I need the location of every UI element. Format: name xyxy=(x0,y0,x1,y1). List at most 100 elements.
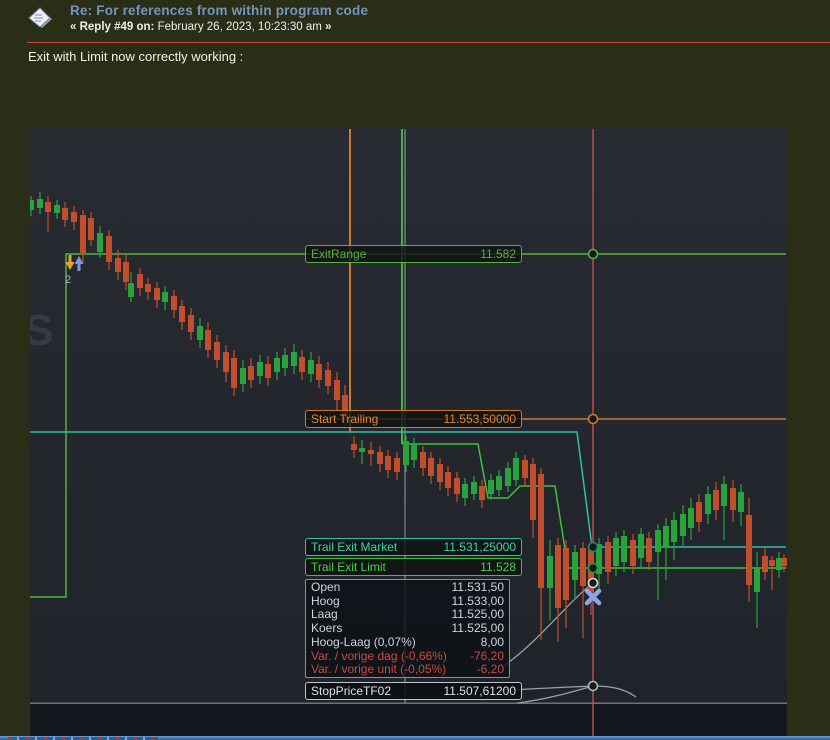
candle-body xyxy=(30,200,34,210)
candle-body xyxy=(420,452,426,468)
candle-body xyxy=(359,448,365,452)
tooltip-row-label: Open xyxy=(311,580,341,594)
tooltip-row-value: 11.525,00 xyxy=(451,621,505,636)
reply-date: February 26, 2023, 10:23:30 am xyxy=(154,21,326,33)
candle-body xyxy=(188,315,194,332)
candle-body xyxy=(479,486,485,500)
candle-body xyxy=(437,464,443,482)
up-arrow-icon xyxy=(74,256,84,271)
candle-body xyxy=(37,199,43,208)
post-meta: « Reply #49 on: February 26, 2023, 10:23… xyxy=(70,21,331,33)
stop-price-value: 11.507,61200 xyxy=(443,684,516,698)
candle-body xyxy=(106,236,112,262)
candle-body xyxy=(80,215,86,254)
candle-body xyxy=(257,362,263,376)
candle-body xyxy=(572,552,578,580)
candle-body xyxy=(282,355,288,368)
candle-body xyxy=(680,514,686,536)
candle-body xyxy=(240,368,246,384)
candle-body xyxy=(54,205,60,213)
candle-body xyxy=(696,502,702,522)
candle-body xyxy=(123,262,129,282)
candle-body xyxy=(88,218,94,240)
candle-body xyxy=(128,283,134,297)
candle-body xyxy=(563,548,569,600)
post-title-link[interactable]: Re: For references from within program c… xyxy=(70,3,368,18)
candle-body xyxy=(605,542,611,572)
candle-body xyxy=(197,326,203,340)
tooltip-row-value: -6,20 xyxy=(476,662,504,677)
trail-exit-market-value: 11.531,25000 xyxy=(443,540,516,554)
candle-body xyxy=(688,508,694,528)
tooltip-row: Koers 11.525,00 xyxy=(311,621,505,636)
candle-body xyxy=(71,212,77,222)
candle-body xyxy=(205,330,211,350)
candle-body xyxy=(45,202,51,212)
candle-body xyxy=(316,364,322,380)
candle-body xyxy=(671,520,677,542)
candle-body xyxy=(445,472,451,488)
candle-body xyxy=(265,364,271,378)
stop-price-label: StopPriceTF02 xyxy=(311,684,392,698)
trail-exit-limit-label-box: Trail Exit Limit 11.528 xyxy=(305,558,522,576)
candle-body xyxy=(154,288,160,300)
candle-body xyxy=(62,208,68,220)
stop-price-label-box: StopPriceTF02 11.507,61200 xyxy=(305,682,522,700)
candle-body xyxy=(115,258,121,272)
candle-body xyxy=(368,450,374,454)
candle-body xyxy=(385,456,391,470)
trade-count-label: 2 xyxy=(65,274,72,286)
candle-body xyxy=(522,460,528,478)
candle-body xyxy=(162,292,168,302)
candle-body xyxy=(580,548,586,586)
candle-body xyxy=(646,538,652,562)
taskbar-strip xyxy=(0,736,830,740)
candle-body xyxy=(721,484,727,506)
candle-body xyxy=(325,370,331,386)
candle-body xyxy=(462,484,468,498)
candle-body xyxy=(730,488,736,510)
candle-body xyxy=(738,492,744,512)
post-header: Re: For references from within program c… xyxy=(0,0,830,42)
stop-price-curve xyxy=(504,582,594,666)
start-trailing-value: 11.553,50000 xyxy=(443,412,516,426)
candle-body xyxy=(299,357,305,372)
event-circle-marker xyxy=(587,413,599,425)
candle-body xyxy=(538,474,544,588)
candle-body xyxy=(630,540,636,566)
tooltip-row: Var. / vorige dag (-0,66%) -76,20 xyxy=(311,648,504,664)
trail-exit-limit-value: 11.528 xyxy=(480,560,516,574)
candle-body xyxy=(231,358,237,388)
candle-body xyxy=(655,530,661,552)
tooltip-row-value: 11.533,00 xyxy=(451,593,505,608)
trail-exit-market-label: Trail Exit Market xyxy=(311,540,398,554)
tooltip-row-label: Laag xyxy=(311,607,338,622)
candle-body xyxy=(488,480,494,494)
candle-body xyxy=(145,284,151,292)
candle-body xyxy=(97,233,103,252)
reply-number: « Reply #49 on: xyxy=(70,21,155,33)
tooltip-row-value: -76,20 xyxy=(469,648,504,663)
event-circle-marker xyxy=(587,680,599,692)
candle-body xyxy=(769,560,775,566)
candle-body xyxy=(505,468,511,486)
event-circle-marker xyxy=(587,541,599,553)
candle-body xyxy=(754,568,760,592)
candle-body xyxy=(638,534,644,558)
event-circle-marker xyxy=(587,577,599,589)
candle-body xyxy=(663,526,669,548)
candle-body xyxy=(394,458,400,472)
tooltip-row: Var. / vorige unit (-0,05%) -6,20 xyxy=(311,663,504,677)
tooltip-row-label: Hoog-Laag (0,07%) xyxy=(311,634,416,649)
candle-body xyxy=(713,490,719,510)
event-circle-marker xyxy=(587,562,599,574)
candle-body xyxy=(428,458,434,476)
exit-range-label-box: ExitRange 11.582 xyxy=(305,245,522,263)
candle-body xyxy=(781,558,787,566)
candle-body xyxy=(762,556,768,572)
down-arrow-icon xyxy=(65,255,75,270)
start-trailing-label: Start Trailing xyxy=(311,412,379,426)
candle-body xyxy=(334,380,340,400)
tooltip-row: Hoog 11.533,00 xyxy=(311,593,505,609)
chart-screenshot[interactable]: S ExitRange 11.582 Start Trailing 11.553… xyxy=(30,128,787,737)
